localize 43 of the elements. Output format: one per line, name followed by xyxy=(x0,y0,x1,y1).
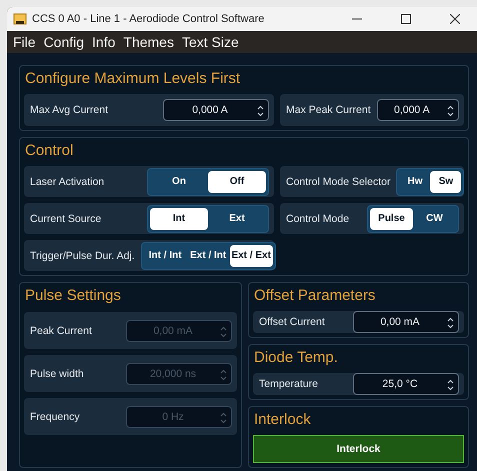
interlock-indicator: Interlock xyxy=(253,435,464,463)
toggle-option[interactable]: On xyxy=(150,170,208,192)
field-label: Pulse width xyxy=(30,368,85,380)
menu-item[interactable]: File xyxy=(9,31,40,53)
toggle-option[interactable]: CW xyxy=(413,208,456,230)
section-title: Diode Temp. xyxy=(253,348,339,368)
field-label: Trigger/Pulse Dur. Adj. xyxy=(30,250,135,262)
app-icon xyxy=(13,12,27,26)
field-label: Offset Current xyxy=(259,316,326,328)
menu-item[interactable]: Config xyxy=(40,31,88,53)
field-label: Control Mode xyxy=(286,212,350,224)
field-label: Max Peak Current xyxy=(286,104,371,116)
section-title: Offset Parameters xyxy=(253,286,376,306)
menu-item[interactable]: Text Size xyxy=(178,31,243,53)
menu-item[interactable]: Info xyxy=(88,31,120,53)
toggle-option[interactable]: Hw xyxy=(399,170,430,192)
field-label: Temperature xyxy=(259,378,319,390)
window-title: CCS 0 A0 - Line 1 - Aerodiode Control Software xyxy=(32,13,266,25)
section-title: Control xyxy=(24,141,74,161)
toggle-option[interactable]: Ext / Int xyxy=(186,244,230,266)
maximize-icon xyxy=(401,14,411,24)
field-label: Laser Activation xyxy=(30,176,106,188)
field-label: Frequency xyxy=(30,410,81,422)
close-icon xyxy=(450,14,460,24)
toggle-option[interactable]: Ext xyxy=(208,208,266,230)
toggle-option[interactable]: Pulse xyxy=(370,208,413,230)
field-label: Current Source xyxy=(30,212,102,224)
section-title: Configure Maximum Levels First xyxy=(24,69,242,89)
toggle-option[interactable]: Off xyxy=(208,170,266,192)
field-label: Max Avg Current xyxy=(30,104,110,116)
number-field[interactable]: 25,0 °C xyxy=(353,373,459,395)
section-title: Pulse Settings xyxy=(24,286,122,306)
toggle-option[interactable]: Ext / Ext xyxy=(230,244,273,266)
menu-item[interactable]: Themes xyxy=(119,31,178,53)
field-label: Peak Current xyxy=(30,324,93,336)
toggle-option[interactable]: Int / Int xyxy=(144,244,187,266)
toggle-option[interactable]: Int xyxy=(150,208,208,230)
number-field[interactable]: 0,000 A xyxy=(163,99,269,121)
field-label: Control Mode Selector xyxy=(286,176,390,188)
toggle-option[interactable]: Sw xyxy=(430,170,462,192)
number-field[interactable]: 0,00 mA xyxy=(353,311,459,333)
section-title: Interlock xyxy=(253,410,312,430)
number-field[interactable]: 0,000 A xyxy=(376,99,459,121)
